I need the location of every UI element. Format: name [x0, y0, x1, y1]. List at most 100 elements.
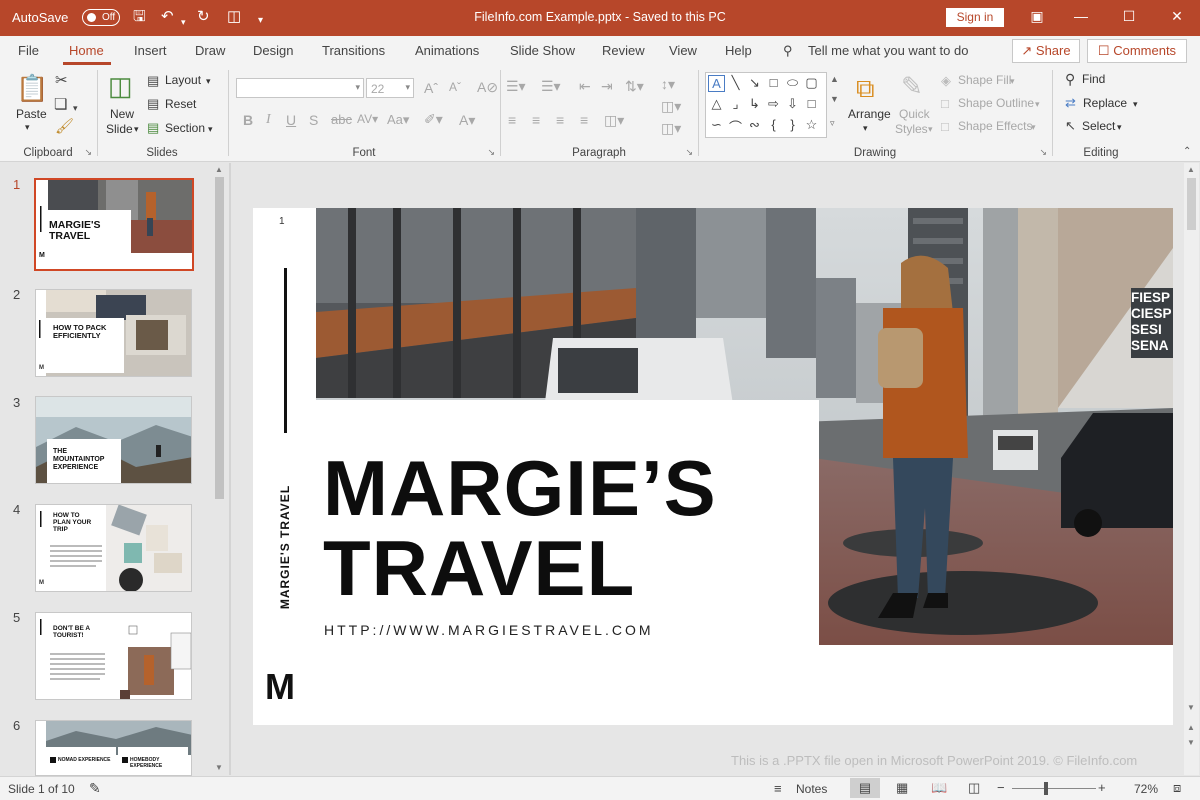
gallery-scroll-up-icon[interactable]: ▲ — [830, 74, 839, 84]
increase-indent-icon[interactable]: ⇥ — [601, 78, 613, 95]
arrow-shape-icon[interactable]: ↘ — [746, 75, 763, 91]
highlight-icon[interactable]: ✐▾ — [424, 111, 443, 128]
save-icon[interactable]: 🖫 — [133, 8, 146, 26]
undo-icon[interactable]: ↶ — [161, 8, 174, 26]
justify-icon[interactable]: ≡ — [580, 112, 588, 128]
numbering-icon[interactable]: ☰▾ — [541, 78, 561, 95]
customize-qat-icon[interactable]: ▾ — [258, 12, 263, 30]
paste-dropdown-icon[interactable]: ▾ — [25, 122, 30, 133]
star-shape-icon[interactable]: ☆ — [803, 117, 820, 133]
present-icon[interactable]: ◫ — [227, 8, 241, 26]
curve-shape-icon[interactable]: ∾ — [746, 117, 763, 133]
main-slide[interactable]: 1 MARGIE'S TRAVEL MARGIE’S TRAVEL HTTP:/… — [253, 208, 1173, 725]
replace-dropdown-icon[interactable]: ▾ — [1133, 99, 1138, 110]
tab-slide-show[interactable]: Slide Show — [510, 43, 575, 58]
right-arrow-shape-icon[interactable]: ⇨ — [765, 96, 782, 112]
scroll-up-icon[interactable]: ▲ — [215, 165, 223, 174]
shadow-icon[interactable]: S — [309, 112, 318, 128]
line-spacing-icon[interactable]: ⇅▾ — [625, 78, 644, 95]
bold-icon[interactable]: B — [243, 112, 253, 128]
vertical-brand-text[interactable]: MARGIE'S TRAVEL — [278, 476, 292, 618]
slide-thumbnail-5[interactable]: DON'T BE A TOURIST! — [35, 612, 192, 700]
slide-thumbnail-1[interactable]: MARGIE'S TRAVEL M — [34, 178, 194, 271]
redo-icon[interactable]: ↻ — [197, 8, 210, 26]
shrink-font-icon[interactable]: Aˇ — [449, 80, 461, 94]
comments-button[interactable]: ☐ Comments — [1087, 39, 1187, 63]
quick-styles-button[interactable]: Quick — [899, 107, 930, 121]
down-arrow-shape-icon[interactable]: ⇩ — [784, 96, 801, 112]
columns-icon[interactable]: ◫▾ — [604, 112, 624, 129]
scroll-down-icon[interactable]: ▼ — [1187, 703, 1195, 712]
shape-fill-button[interactable]: Shape Fill — [958, 73, 1011, 87]
section-button[interactable]: Section — [165, 121, 205, 135]
clear-format-icon[interactable]: A⊘ — [477, 79, 498, 96]
font-size-dropdown-icon[interactable]: ▾ — [405, 82, 410, 93]
underline-icon[interactable]: U — [286, 112, 296, 128]
arrange-button[interactable]: Arrange — [848, 107, 891, 121]
section-dropdown-icon[interactable]: ▾ — [208, 124, 213, 135]
elbow-arrow-icon[interactable]: ↳ — [746, 96, 763, 112]
textbox-shape-icon[interactable]: A — [708, 75, 725, 92]
arrange-icon[interactable]: ⧉ — [856, 74, 875, 102]
shape-effects-button[interactable]: Shape Effects — [958, 119, 1033, 133]
minimize-icon[interactable]: — — [1066, 8, 1096, 24]
find-button[interactable]: Find — [1082, 72, 1105, 86]
zoom-in-icon[interactable]: + — [1098, 780, 1106, 795]
zoom-level[interactable]: 72% — [1134, 782, 1158, 796]
slide-sorter-icon[interactable]: ▦ — [896, 780, 908, 796]
font-launcher-icon[interactable]: ↘ — [487, 147, 495, 158]
next-slide-icon[interactable]: ▼ — [1187, 738, 1195, 747]
tab-review[interactable]: Review — [602, 43, 645, 58]
maximize-icon[interactable]: ☐ — [1114, 8, 1144, 25]
undo-dropdown-icon[interactable]: ▾ — [181, 13, 186, 31]
elbow-connector-icon[interactable]: ⌟ — [727, 96, 744, 112]
change-case-icon[interactable]: Aa▾ — [387, 112, 409, 128]
line-shape-icon[interactable]: ╲ — [727, 75, 744, 91]
select-button[interactable]: Select — [1082, 119, 1115, 133]
tab-help[interactable]: Help — [725, 43, 752, 58]
oval-shape-icon[interactable]: ⬭ — [784, 75, 801, 91]
slide-thumbnail-3[interactable]: THE MOUNTAINTOP EXPERIENCE — [35, 396, 192, 484]
new-slide-label[interactable]: Slide — [106, 122, 133, 136]
slide-thumbnail-2[interactable]: HOW TO PACK EFFICIENTLY M — [35, 289, 192, 377]
tab-home[interactable]: Home — [69, 43, 104, 58]
previous-slide-icon[interactable]: ▲ — [1187, 723, 1195, 732]
right-brace-icon[interactable]: } — [784, 117, 801, 132]
slide-thumbnail-6[interactable]: NOMAD EXPERIENCE HOMEBODY EXPERIENCE — [35, 720, 192, 776]
paste-button[interactable]: Paste — [16, 107, 47, 121]
left-brace-icon[interactable]: { — [765, 117, 782, 132]
gallery-more-icon[interactable]: ▿ — [830, 118, 835, 129]
align-left-icon[interactable]: ≡ — [508, 112, 516, 128]
italic-icon[interactable]: I — [266, 112, 271, 128]
layout-dropdown-icon[interactable]: ▾ — [206, 76, 211, 87]
share-button[interactable]: ↗ Share — [1012, 39, 1080, 63]
scrollbar-thumb[interactable] — [1187, 178, 1196, 230]
align-right-icon[interactable]: ≡ — [556, 112, 564, 128]
close-icon[interactable]: ✕ — [1162, 8, 1192, 25]
grow-font-icon[interactable]: Aˆ — [424, 80, 438, 96]
ribbon-display-icon[interactable]: ▣ — [1022, 8, 1052, 25]
rounded-rect-shape-icon[interactable]: ▢ — [803, 75, 820, 91]
gallery-scroll-down-icon[interactable]: ▼ — [830, 94, 839, 104]
strikethrough-icon[interactable]: abc — [331, 112, 352, 127]
reset-button[interactable]: Reset — [165, 97, 196, 111]
shapes-gallery[interactable]: A ╲ ↘ □ ⬭ ▢ △ ⌟ ↳ ⇨ ⇩ □ ∽ ⌒ ∾ { } ☆ — [705, 72, 827, 138]
fit-to-window-icon[interactable]: ⧈ — [1173, 780, 1181, 796]
spell-check-icon[interactable]: ✎ — [89, 780, 101, 797]
font-size-box[interactable]: 22 ▾ — [366, 78, 414, 98]
copy-icon[interactable]: ❏ — [54, 97, 67, 113]
new-slide-button[interactable]: New — [110, 107, 134, 121]
shape-fill-dropdown-icon[interactable]: ▾ — [1010, 76, 1015, 87]
copy-dropdown-icon[interactable]: ▾ — [73, 100, 78, 116]
scroll-down-icon[interactable]: ▼ — [215, 763, 223, 772]
paragraph-launcher-icon[interactable]: ↘ — [685, 147, 693, 158]
tab-draw[interactable]: Draw — [195, 43, 225, 58]
tab-insert[interactable]: Insert — [134, 43, 167, 58]
align-text-icon[interactable]: ◫▾ — [661, 98, 681, 115]
slide-thumbnail-4[interactable]: HOW TO PLAN YOUR TRIP M — [35, 504, 192, 592]
scrollbar-thumb[interactable] — [215, 177, 224, 499]
arrange-dropdown-icon[interactable]: ▾ — [863, 123, 868, 134]
thumbnail-scrollbar[interactable]: ▲ ▼ — [212, 163, 227, 775]
cut-icon[interactable]: ✂ — [55, 73, 68, 89]
slide-url[interactable]: HTTP://WWW.MARGIESTRAVEL.COM — [324, 622, 654, 638]
